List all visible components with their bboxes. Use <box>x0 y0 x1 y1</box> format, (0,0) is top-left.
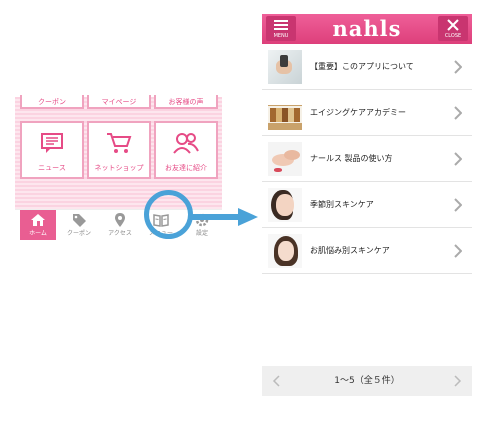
news-icon <box>41 133 63 153</box>
tab-home-label: ホーム <box>29 230 47 237</box>
app-header: MENU nahls CLOSE <box>262 14 472 44</box>
netshop-tile-label: ネットショップ <box>94 164 144 172</box>
chevron-right-icon <box>454 198 462 212</box>
refer-friend-tile-label: お友達に紹介 <box>165 164 207 172</box>
pager-text: 1〜5（全５件） <box>334 376 400 386</box>
list-item[interactable]: 【重要】このアプリについて <box>262 44 472 90</box>
list-item[interactable]: エイジングケアアカデミー <box>262 90 472 136</box>
tab-access-label: アクセス <box>108 230 132 237</box>
coupon-tile-label: クーポン <box>38 98 66 106</box>
home-tile-grid: クーポン マイページ お客様の声 ニュース ネットショップ お友達に紹介 <box>15 95 222 209</box>
coupon-tile[interactable]: クーポン <box>20 95 84 109</box>
chevron-right-icon <box>454 244 462 258</box>
news-tile-label: ニュース <box>38 164 66 172</box>
item-label: ナールス 製品の使い方 <box>310 154 393 163</box>
item-thumbnail <box>268 142 302 176</box>
chevron-right-icon <box>454 152 462 166</box>
cart-icon <box>107 133 132 153</box>
item-label: 【重要】このアプリについて <box>310 62 414 71</box>
highlight-circle <box>144 190 193 239</box>
chevron-right-icon <box>454 60 462 74</box>
menu-screen: MENU nahls CLOSE 【重要】このアプリについて エイジングケアアカ… <box>262 14 472 396</box>
item-label: 季節別スキンケア <box>310 200 374 209</box>
item-thumbnail <box>268 188 302 222</box>
brand-logo: nahls <box>332 16 402 41</box>
home-icon <box>31 214 45 226</box>
item-thumbnail <box>268 50 302 84</box>
tab-coupon-label: クーポン <box>66 230 91 237</box>
tab-home[interactable]: ホーム <box>20 210 56 240</box>
item-thumbnail <box>268 96 302 130</box>
close-button-label: CLOSE <box>444 33 462 39</box>
menu-list: 【重要】このアプリについて エイジングケアアカデミー ナールス 製品の使い方 季… <box>262 44 472 274</box>
list-item[interactable]: お肌悩み別スキンケア <box>262 228 472 274</box>
hamburger-icon <box>274 20 288 30</box>
netshop-tile[interactable]: ネットショップ <box>87 121 151 179</box>
close-button[interactable]: CLOSE <box>438 16 468 41</box>
pagination-bar: 1〜5（全５件） <box>262 366 472 396</box>
item-thumbnail <box>268 234 302 268</box>
menu-button-label: MENU <box>273 33 289 39</box>
tab-access[interactable]: アクセス <box>102 210 138 240</box>
arrow-right-icon <box>188 208 258 226</box>
mypage-tile[interactable]: マイページ <box>87 95 151 109</box>
item-label: お肌悩み別スキンケア <box>310 246 390 255</box>
tab-coupon[interactable]: クーポン <box>61 210 97 240</box>
friends-icon <box>173 133 199 154</box>
tag-icon <box>73 214 86 227</box>
mypage-tile-label: マイページ <box>101 98 137 106</box>
refer-friend-tile[interactable]: お友達に紹介 <box>154 121 218 179</box>
map-pin-icon <box>115 213 125 227</box>
menu-button[interactable]: MENU <box>266 16 296 41</box>
chevron-right-icon <box>454 106 462 120</box>
list-item[interactable]: ナールス 製品の使い方 <box>262 136 472 182</box>
news-tile[interactable]: ニュース <box>20 121 84 179</box>
voice-tile[interactable]: お客様の声 <box>154 95 218 109</box>
item-label: エイジングケアアカデミー <box>310 108 406 117</box>
list-item[interactable]: 季節別スキンケア <box>262 182 472 228</box>
next-page-icon[interactable] <box>454 375 462 387</box>
close-icon <box>447 19 459 31</box>
voice-tile-label: お客様の声 <box>168 98 204 106</box>
